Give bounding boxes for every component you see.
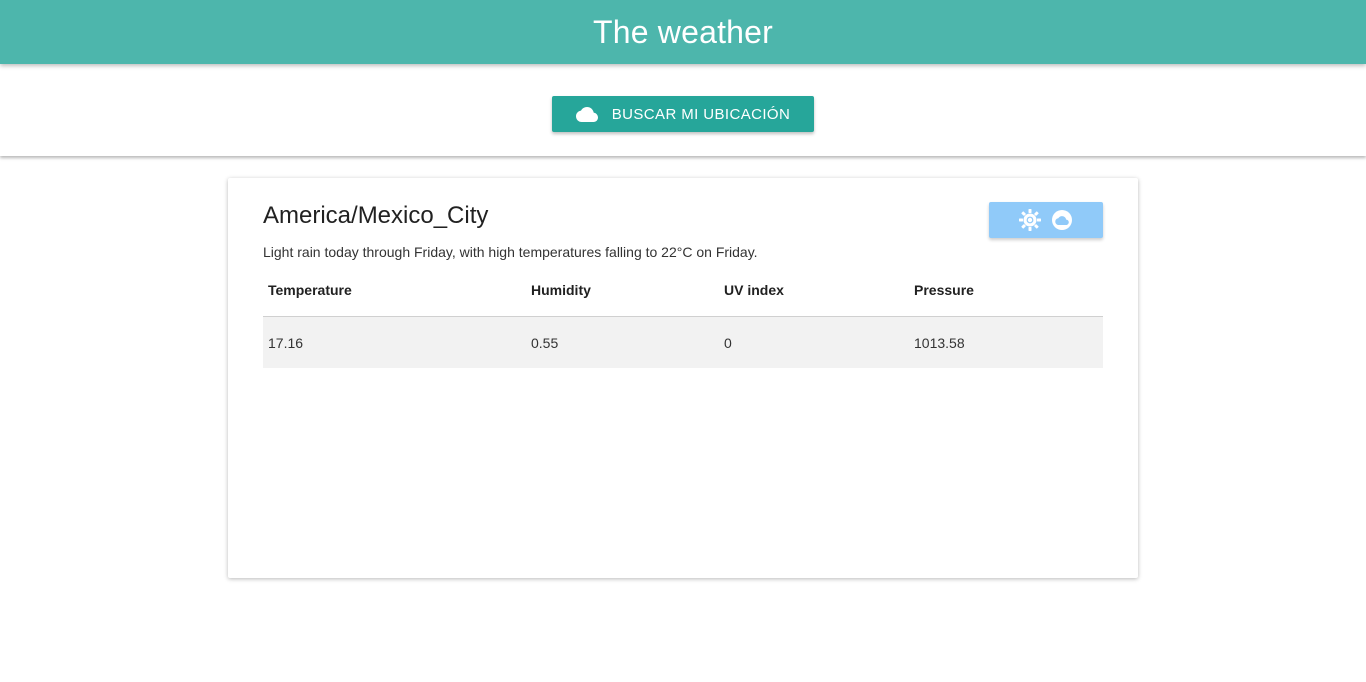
find-my-location-label: BUSCAR MI UBICACIÓN [611,105,791,123]
uv-index-value: 0 [719,316,909,368]
column-header-uv-index: UV index [719,264,909,317]
column-header-humidity: Humidity [526,264,719,317]
table-header-row: Temperature Humidity UV index Pressure [263,264,1103,317]
find-my-location-button[interactable]: BUSCAR MI UBICACIÓN [552,96,814,132]
app-title: The weather [592,13,774,50]
weather-card: America/Mexico_City Light rain today thr… [228,178,1138,578]
app-header: The weather [0,0,1366,64]
table-row: 17.16 0.55 0 1013.58 [263,316,1103,368]
pressure-value: 1013.58 [909,316,1103,368]
cloud-icon [575,106,598,122]
cloud-icon [1051,209,1073,231]
temperature-value: 17.16 [263,316,526,368]
weather-table: Temperature Humidity UV index Pressure 1… [263,264,1103,368]
sun-icon [1019,209,1041,231]
column-header-pressure: Pressure [909,264,1103,317]
column-header-temperature: Temperature [263,264,526,317]
locate-bar: BUSCAR MI UBICACIÓN [0,64,1366,156]
humidity-value: 0.55 [526,316,719,368]
city-name: America/Mexico_City [263,202,489,229]
unit-toggle-button[interactable] [989,202,1103,238]
weather-summary: Light rain today through Friday, with hi… [263,244,758,260]
